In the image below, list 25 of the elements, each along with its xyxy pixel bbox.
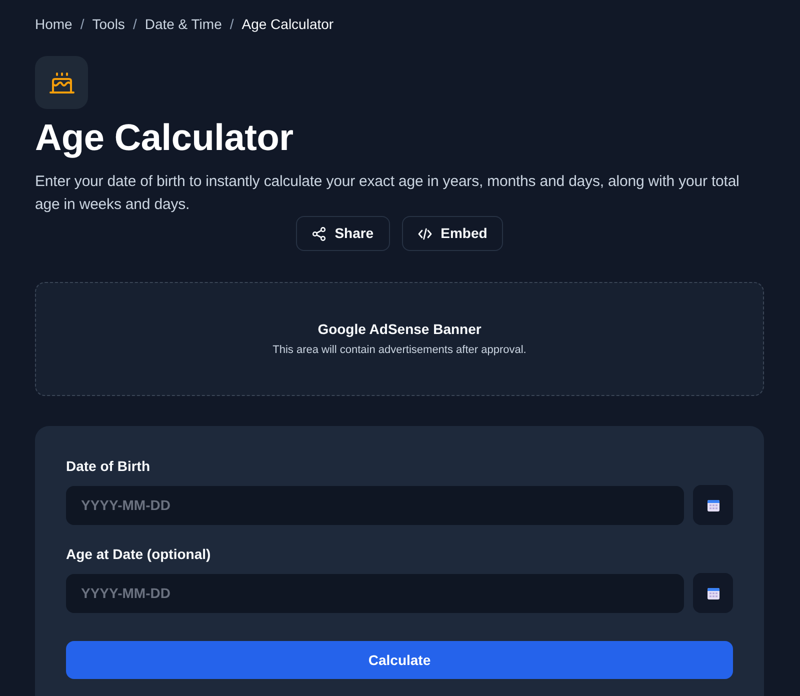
calendar-icon — [706, 586, 720, 600]
field-label: Date of Birth — [66, 457, 151, 476]
breadcrumb-separator: / — [80, 15, 84, 34]
date-input[interactable]: YYYY-MM-DD — [66, 486, 684, 524]
share-button[interactable]: Share — [296, 216, 390, 251]
date-input[interactable]: YYYY-MM-DD — [66, 574, 684, 612]
share-icon — [312, 226, 326, 240]
code-icon — [418, 226, 432, 240]
cake-icon — [35, 56, 88, 109]
page-title: Age Calculator — [35, 116, 294, 160]
breadcrumb-separator: / — [132, 15, 137, 34]
breadcrumb-separator: / — [230, 15, 234, 34]
breadcrumb-link[interactable]: Date & Time — [144, 14, 222, 34]
field-label: Age at Date (optional) — [66, 545, 212, 564]
calendar-button[interactable] — [693, 573, 733, 613]
breadcrumb-link[interactable]: Tools — [92, 14, 125, 34]
calendar-icon — [706, 498, 720, 512]
calendar-button[interactable] — [693, 485, 733, 525]
ad-title: Google AdSense Banner — [318, 320, 482, 338]
ad-note: This area will contain advertisements after approval. — [272, 343, 526, 358]
page-description: Enter your date of birth to instantly calculate your exact age in years, months and days, along with your total age in weeks and days. — [35, 172, 740, 215]
calculate-button[interactable]: Calculate — [66, 641, 733, 679]
breadcrumb-link[interactable]: Home — [35, 14, 72, 34]
breadcrumb-current: Age Calculator — [242, 15, 334, 34]
embed-button[interactable]: Embed — [402, 216, 504, 251]
